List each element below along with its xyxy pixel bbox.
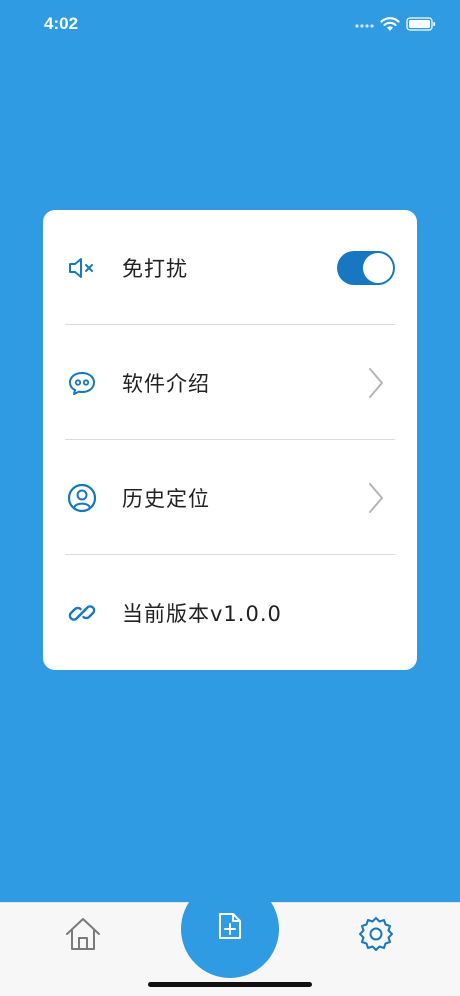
settings-item-label: 当前版本v1.0.0 [122, 601, 282, 626]
settings-item-version: 当前版本v1.0.0 [65, 555, 395, 670]
do-not-disturb-toggle[interactable] [337, 250, 395, 285]
link-icon [65, 596, 99, 630]
add-document-button[interactable] [181, 880, 279, 978]
settings-item-label: 软件介绍 [122, 371, 210, 396]
signal-icon [355, 24, 374, 28]
settings-item-location-history[interactable]: 历史定位 [65, 440, 395, 555]
chevron-right-icon [369, 482, 383, 513]
home-icon[interactable] [63, 915, 103, 953]
battery-icon [406, 17, 436, 31]
settings-item-software-intro[interactable]: 软件介绍 [65, 325, 395, 440]
status-bar: 4:02 [0, 0, 460, 50]
settings-item-label: 免打扰 [122, 256, 188, 281]
mute-speaker-icon [65, 251, 99, 285]
gear-icon[interactable] [357, 915, 395, 953]
wifi-icon [380, 17, 400, 31]
home-indicator [148, 982, 312, 987]
add-document-icon [219, 913, 241, 939]
chat-bubble-icon [65, 366, 99, 400]
settings-item-do-not-disturb: 免打扰 [65, 210, 395, 325]
user-circle-icon [65, 481, 99, 515]
status-time: 4:02 [44, 14, 79, 33]
settings-item-label: 历史定位 [122, 486, 210, 511]
toggle-knob [363, 252, 393, 283]
settings-card: 免打扰 软件介绍 历史定位 当前版本v1.0.0 [43, 210, 417, 670]
chevron-right-icon [369, 367, 383, 398]
